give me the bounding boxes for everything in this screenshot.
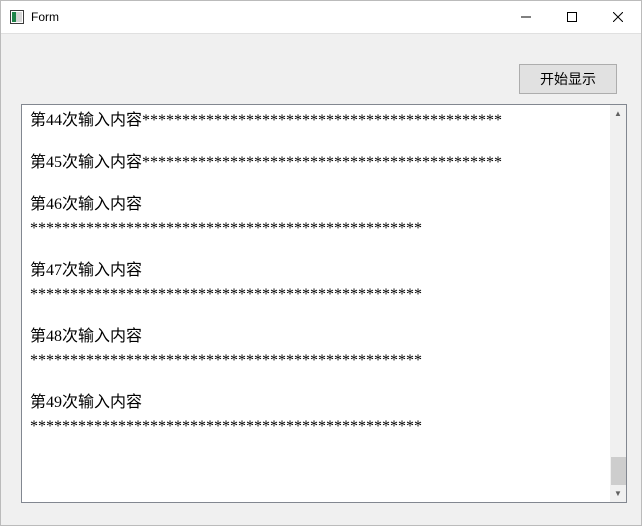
- text-line: [30, 133, 602, 151]
- maximize-button[interactable]: [549, 1, 595, 33]
- app-icon: [9, 9, 25, 25]
- content-wrap: 第44次输入内容********************************…: [21, 104, 627, 503]
- text-line: 第49次输入内容: [30, 391, 602, 415]
- text-line: [30, 373, 602, 391]
- vertical-scrollbar[interactable]: ▲ ▼: [610, 104, 627, 503]
- titlebar-left: Form: [1, 9, 59, 25]
- scroll-track[interactable]: [610, 122, 626, 485]
- start-display-button[interactable]: 开始显示: [519, 64, 617, 94]
- text-line: 第48次输入内容: [30, 325, 602, 349]
- text-line: ****************************************…: [30, 217, 602, 241]
- text-line: 第45次输入内容********************************…: [30, 151, 602, 175]
- text-line: [30, 307, 602, 325]
- text-line: [30, 241, 602, 259]
- text-line: ****************************************…: [30, 283, 602, 307]
- minimize-icon: [521, 12, 531, 22]
- toolbar: 开始显示: [11, 44, 631, 100]
- window-controls: [503, 1, 641, 33]
- close-icon: [613, 12, 623, 22]
- titlebar[interactable]: Form: [1, 1, 641, 34]
- window-title: Form: [31, 10, 59, 24]
- text-line: ****************************************…: [30, 349, 602, 373]
- text-line: 第47次输入内容: [30, 259, 602, 283]
- text-line: [30, 175, 602, 193]
- close-button[interactable]: [595, 1, 641, 33]
- window-root: Form 开始显示 第44次输入内容**********************…: [0, 0, 642, 526]
- text-line: 第44次输入内容********************************…: [30, 109, 602, 133]
- scroll-thumb[interactable]: [611, 457, 626, 485]
- client-area: 开始显示 第44次输入内容***************************…: [1, 34, 641, 525]
- minimize-button[interactable]: [503, 1, 549, 33]
- scroll-down-arrow-icon[interactable]: ▼: [610, 485, 626, 502]
- text-line: 第46次输入内容: [30, 193, 602, 217]
- maximize-icon: [567, 12, 577, 22]
- text-output-area[interactable]: 第44次输入内容********************************…: [21, 104, 610, 503]
- scroll-up-arrow-icon[interactable]: ▲: [610, 105, 626, 122]
- text-line: ****************************************…: [30, 415, 602, 439]
